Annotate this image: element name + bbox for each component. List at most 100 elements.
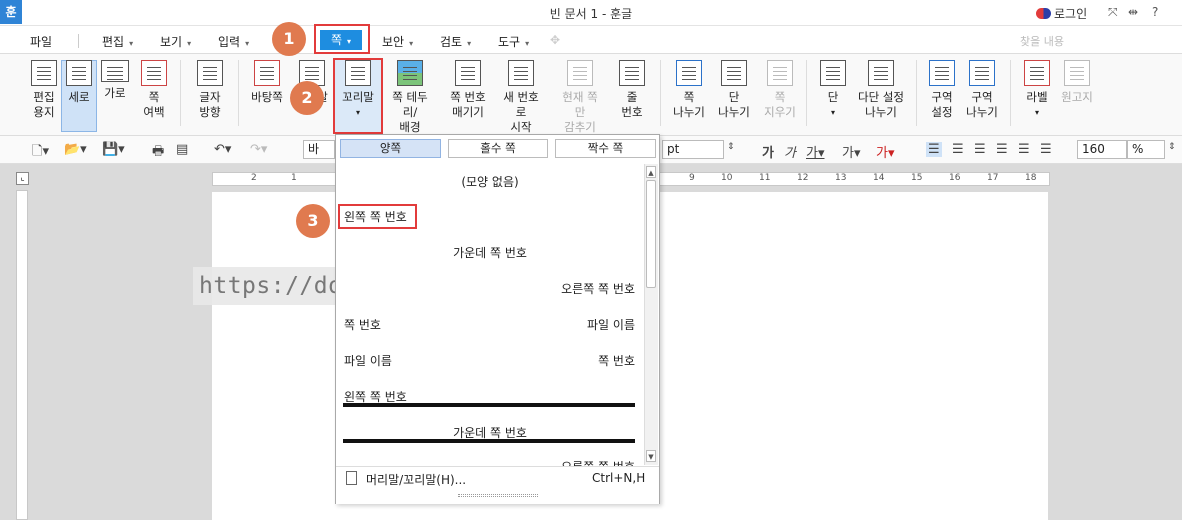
menu-insert-label: 입력 <box>218 35 241 49</box>
ribbon-border-background-button[interactable]: 쪽 테두리/ 배경 <box>388 60 432 135</box>
scroll-up-icon[interactable]: ▲ <box>646 166 656 178</box>
menu-file[interactable]: 파일 <box>30 33 52 50</box>
ribbon-column-break-button[interactable]: 단 나누기 <box>712 60 756 120</box>
option-right-page-number[interactable]: 오른쪽 쪽 번호 <box>561 280 635 297</box>
ribbon-label: 다단 설정 나누기 <box>858 90 904 119</box>
new-document-icon[interactable]: 🗋▾ <box>32 142 49 164</box>
align-distribute-icon[interactable]: ☰ <box>1018 142 1030 157</box>
scroll-down-icon[interactable]: ▼ <box>646 450 656 462</box>
align-right-icon[interactable]: ☰ <box>996 142 1008 157</box>
ruler-tick: 14 <box>873 173 885 183</box>
line-number-icon <box>619 60 645 86</box>
align-justify-icon[interactable]: ☰ <box>926 142 942 157</box>
zoom-input[interactable]: 160 <box>1077 140 1127 159</box>
ribbon-toolbar: 편집 용지 세로 가로 쪽 여백 글자 방향 바탕쪽 머리말 꼬리말▾ 쪽 테두… <box>0 54 1182 136</box>
ribbon-label: 원고지 <box>1061 90 1093 104</box>
resize-grip-icon[interactable] <box>458 494 538 497</box>
print-icon[interactable]: 🖶 <box>152 142 164 164</box>
menu-insert[interactable]: 입력 ▾ <box>218 33 249 50</box>
align-center-icon[interactable]: ☰ <box>974 142 986 157</box>
option-page-number-left[interactable]: 쪽 번호 <box>344 316 381 333</box>
chevron-down-icon: ▾ <box>187 39 192 48</box>
header-footer-menu-item[interactable]: 머리말/꼬리말(H)... Ctrl+N,H <box>336 466 659 504</box>
help-icon[interactable]: ? <box>1152 5 1158 19</box>
font-size-unit[interactable]: pt <box>662 140 724 159</box>
menu-edit[interactable]: 편집 ▾ <box>102 33 133 50</box>
section-setup-icon <box>929 60 955 86</box>
menu-review[interactable]: 검토 ▾ <box>440 33 471 50</box>
ribbon-label: 글자 방향 <box>199 90 221 119</box>
underline-icon[interactable]: 가▾ <box>806 142 825 161</box>
strikethrough-icon[interactable]: 가▾ <box>842 142 861 161</box>
highlight-box-page-menu <box>314 24 370 54</box>
delete-page-icon <box>767 60 793 86</box>
ribbon-section-break-button[interactable]: 구역 나누기 <box>960 60 1004 120</box>
tab-odd-pages[interactable]: 홀수 쪽 <box>448 139 548 158</box>
login-button[interactable]: 로그인 <box>1036 5 1087 22</box>
menu-security[interactable]: 보안 ▾ <box>382 33 413 50</box>
ribbon-margin-button[interactable]: 쪽 여백 <box>132 60 176 120</box>
align-split-icon[interactable]: ☰ <box>1040 142 1052 157</box>
zoom-unit-select[interactable]: % <box>1127 140 1165 159</box>
ruler-tick: 17 <box>987 173 999 183</box>
ruler-tick: 18 <box>1025 173 1037 183</box>
ribbon-label-button[interactable]: 라벨 ▾ <box>1015 60 1059 120</box>
ribbon-label: 구역 설정 <box>931 90 953 119</box>
zoom-stepper-icon[interactable]: ⇕ <box>1168 142 1176 152</box>
ribbon-columns-button[interactable]: 단 ▾ <box>811 60 855 120</box>
vertical-ruler[interactable] <box>16 190 28 520</box>
ribbon-master-page-button[interactable]: 바탕쪽 <box>245 60 289 105</box>
ribbon-page-number-button[interactable]: 쪽 번호 매기기 <box>446 60 490 120</box>
ribbon-text-direction-button[interactable]: 글자 방향 <box>188 60 232 120</box>
multi-column-icon <box>868 60 894 86</box>
option-center-page-number[interactable]: 가운데 쪽 번호 <box>336 244 644 261</box>
ruler-tick: 2 <box>251 173 257 183</box>
redo-icon[interactable]: ↷▾ <box>250 142 267 157</box>
ribbon-line-number-button[interactable]: 줄 번호 <box>610 60 654 120</box>
ribbon-delete-page-button[interactable]: 쪽 지우기 <box>758 60 802 120</box>
ribbon-multi-column-button[interactable]: 다단 설정 나누기 <box>853 60 909 120</box>
font-color-icon[interactable]: 가▾ <box>876 142 895 161</box>
ribbon-page-break-button[interactable]: 쪽 나누기 <box>667 60 711 120</box>
stepper-icon[interactable]: ⇕ <box>727 142 735 152</box>
option-file-name-right[interactable]: 파일 이름 <box>587 316 635 333</box>
option-page-number-right[interactable]: 쪽 번호 <box>598 352 635 369</box>
ribbon-hide-page-button[interactable]: 현재 쪽만 감추기 <box>558 60 602 135</box>
ribbon-new-number-button[interactable]: 새 번호로 시작 <box>499 60 543 135</box>
find-input[interactable]: 찾을 내용 <box>1020 33 1064 49</box>
menu-view[interactable]: 보기 ▾ <box>160 33 191 50</box>
bold-icon[interactable]: 가 <box>762 142 774 161</box>
tab-both-pages[interactable]: 양쪽 <box>340 139 441 158</box>
menu-extra-icon[interactable]: ✥ <box>550 33 560 47</box>
ribbon-landscape-button[interactable]: 가로 <box>93 60 137 101</box>
tab-even-pages[interactable]: 짝수 쪽 <box>555 139 656 158</box>
divider-line <box>343 439 635 443</box>
undo-icon[interactable]: ↶▾ <box>214 142 231 157</box>
ribbon-section-setup-button[interactable]: 구역 설정 <box>920 60 964 120</box>
preview-icon[interactable]: ▤ <box>176 142 188 157</box>
ruler-tick: 12 <box>797 173 809 183</box>
open-folder-icon[interactable]: 📂▾ <box>64 142 87 157</box>
chevron-down-icon: ▾ <box>525 39 530 48</box>
align-left-icon[interactable]: ☰ <box>952 142 964 157</box>
text-direction-icon <box>197 60 223 86</box>
ribbon-manuscript-button[interactable]: 원고지 <box>1055 60 1099 105</box>
ruler-corner-icon[interactable]: ⌞ <box>16 172 29 185</box>
page-break-icon <box>676 60 702 86</box>
margin-icon <box>141 60 167 86</box>
title-bar: 훈 빈 문서 1 - 훈글 로그인 ⤧ ⇹ ? <box>0 0 1182 26</box>
resize-icon[interactable]: ⇹ <box>1128 5 1138 19</box>
menu-tools[interactable]: 도구 ▾ <box>498 33 529 50</box>
master-page-icon <box>254 60 280 86</box>
fullscreen-icon[interactable]: ⤧ <box>1108 5 1118 20</box>
landscape-icon <box>101 60 129 82</box>
italic-icon[interactable]: 가 <box>784 142 796 161</box>
option-file-name-left[interactable]: 파일 이름 <box>344 352 392 369</box>
scroll-thumb[interactable] <box>646 180 656 288</box>
ribbon-footer-button-active[interactable]: 꼬리말 ▾ <box>336 60 380 120</box>
column-break-icon <box>721 60 747 86</box>
style-select[interactable]: 바 <box>303 140 335 159</box>
save-icon[interactable]: 💾▾ <box>102 142 125 157</box>
ruler-tick: 11 <box>759 173 771 183</box>
option-none[interactable]: (모양 없음) <box>336 173 644 190</box>
